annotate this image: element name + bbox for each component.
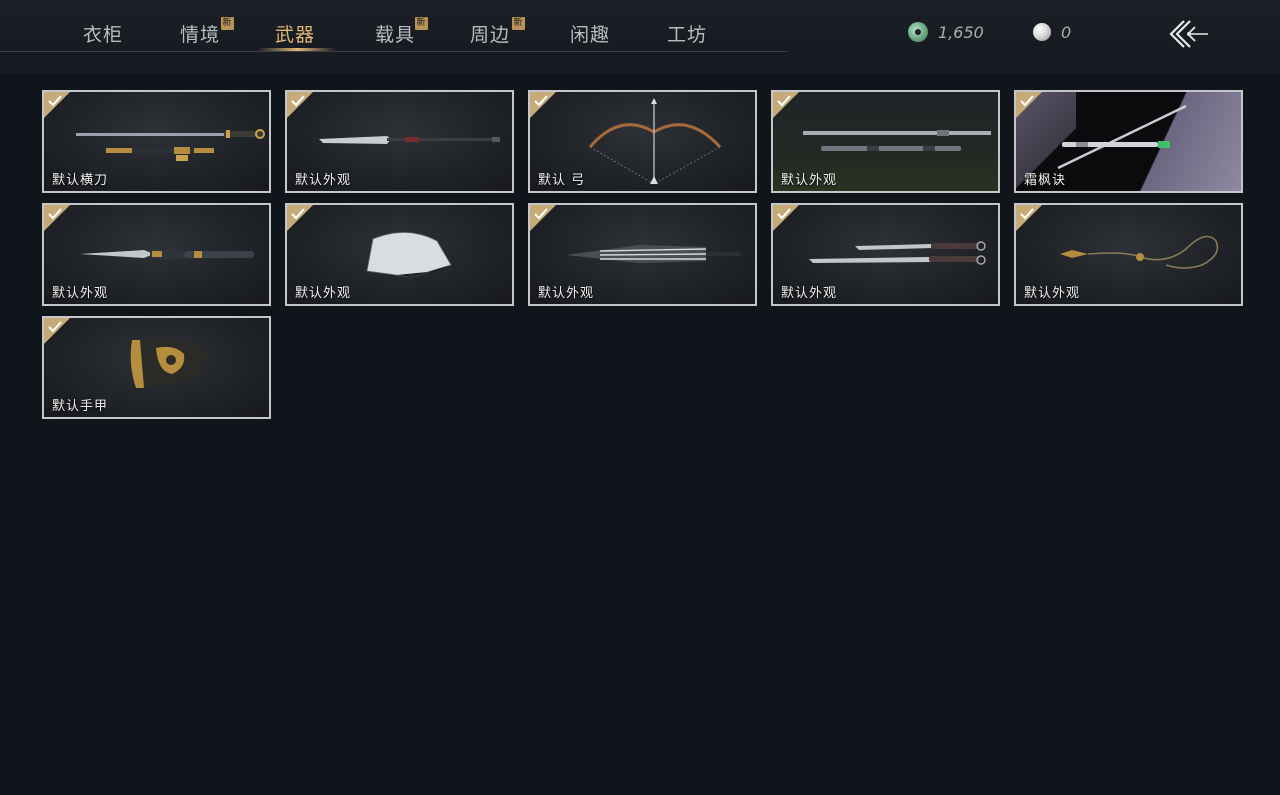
- weapon-name: 默认外观: [295, 286, 352, 301]
- tab-scene[interactable]: 情境新: [180, 17, 234, 50]
- weapon-card[interactable]: 霜枫诀: [1014, 90, 1243, 193]
- tab-label: 工坊: [667, 24, 708, 46]
- checkmark-icon: [534, 95, 548, 107]
- new-badge: 新: [221, 17, 234, 30]
- checkmark-icon: [777, 208, 791, 220]
- checkmark-icon: [777, 95, 791, 107]
- checkmark-icon: [48, 95, 62, 107]
- new-badge: 新: [415, 17, 428, 30]
- jade-coin-icon: [908, 22, 928, 42]
- weapon-card[interactable]: 默认外观: [285, 90, 514, 193]
- weapon-card[interactable]: 默认横刀: [42, 90, 271, 193]
- weapon-card[interactable]: 默认外观: [1014, 203, 1243, 306]
- weapon-name: 默认 弓: [538, 173, 586, 188]
- weapon-name: 默认外观: [538, 286, 595, 301]
- weapon-card[interactable]: 默认外观: [771, 90, 1000, 193]
- checkmark-icon: [534, 208, 548, 220]
- back-arrow-icon: [1169, 20, 1208, 48]
- weapon-card[interactable]: 默认手甲: [42, 316, 271, 419]
- pearl-icon: [1033, 23, 1051, 41]
- checkmark-icon: [1020, 95, 1034, 107]
- new-badge: 新: [512, 17, 525, 30]
- pearl-amount: 0: [1061, 22, 1072, 42]
- checkmark-icon: [48, 321, 62, 333]
- weapon-name: 默认横刀: [52, 173, 109, 188]
- back-button[interactable]: [1166, 18, 1212, 50]
- checkmark-icon: [1020, 208, 1034, 220]
- active-tab-underline: [258, 48, 336, 51]
- tab-peripherals[interactable]: 周边新: [470, 17, 525, 50]
- checkmark-icon: [291, 208, 305, 220]
- tab-label: 情境: [180, 24, 221, 46]
- weapon-card[interactable]: 默认外观: [528, 203, 757, 306]
- checkmark-icon: [291, 95, 305, 107]
- weapon-name: 默认外观: [295, 173, 352, 188]
- weapon-name: 默认外观: [781, 173, 838, 188]
- tab-vehicles[interactable]: 载具新: [375, 17, 428, 50]
- weapon-name: 默认手甲: [52, 399, 109, 414]
- top-bar: 衣柜 情境新 武器 载具新 周边新 闲趣 工坊 1,650 0: [0, 0, 1280, 74]
- tab-label: 衣柜: [83, 24, 124, 46]
- weapon-name: 默认外观: [1024, 286, 1081, 301]
- tab-label: 武器: [275, 24, 316, 46]
- weapon-card[interactable]: 默认外观: [285, 203, 514, 306]
- weapon-card[interactable]: 默认 弓: [528, 90, 757, 193]
- weapon-name: 默认外观: [781, 286, 838, 301]
- weapon-card[interactable]: 默认外观: [42, 203, 271, 306]
- category-tabs: 衣柜 情境新 武器 载具新 周边新 闲趣 工坊: [0, 0, 788, 52]
- tab-label: 闲趣: [570, 24, 611, 46]
- weapon-grid: 默认横刀 默认外观 默认 弓 默认外观 霜枫诀 默认外观 默认外观 默认外观 默…: [42, 90, 1244, 420]
- tab-leisure[interactable]: 闲趣: [570, 20, 610, 50]
- tab-wardrobe[interactable]: 衣柜: [83, 20, 123, 50]
- tab-workshop[interactable]: 工坊: [667, 20, 707, 50]
- tab-weapons[interactable]: 武器: [275, 20, 315, 50]
- weapon-name: 霜枫诀: [1024, 173, 1067, 188]
- pearl-balance: 0: [1033, 20, 1071, 44]
- tab-label: 载具: [375, 24, 416, 46]
- tab-label: 周边: [470, 24, 511, 46]
- weapon-name: 默认外观: [52, 286, 109, 301]
- coin-amount: 1,650: [938, 22, 984, 42]
- checkmark-icon: [48, 208, 62, 220]
- weapon-card[interactable]: 默认外观: [771, 203, 1000, 306]
- coin-balance: 1,650: [908, 20, 984, 44]
